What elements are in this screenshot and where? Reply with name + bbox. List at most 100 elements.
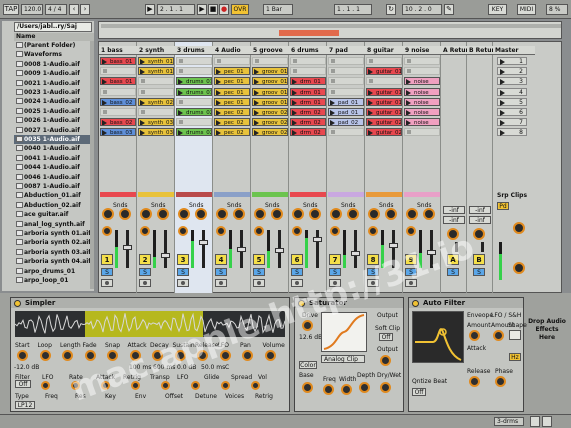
send-a-knob[interactable]: [330, 208, 342, 220]
saturator-mode-menu[interactable]: Analog Clip: [321, 355, 365, 363]
track-title[interactable]: 2 synth: [137, 46, 175, 55]
pan-knob[interactable]: [178, 226, 188, 236]
record-button[interactable]: ●: [219, 4, 229, 15]
overview-scrollbar[interactable]: [101, 24, 561, 28]
browser-path[interactable]: /Users/jabl..ry/Saj: [14, 22, 92, 32]
simpler-control-knob[interactable]: [84, 350, 96, 361]
scene-play-icon[interactable]: [500, 110, 505, 116]
empty-clip-slot[interactable]: [138, 87, 174, 96]
clip-play-icon[interactable]: [102, 120, 107, 126]
browser-item[interactable]: ace guitar.aif: [14, 210, 94, 219]
clip-slot-clip[interactable]: synth_03: [138, 118, 174, 127]
track-title[interactable]: 6 drums: [289, 46, 327, 55]
scene-launch-button[interactable]: 1: [497, 57, 527, 65]
lfo-amount-knob[interactable]: [493, 330, 504, 341]
freq-knob[interactable]: [323, 384, 334, 395]
track-title[interactable]: 3 drums: [175, 46, 213, 55]
song-position-field[interactable]: 2 . 1 . 1: [157, 4, 195, 15]
tempo-field[interactable]: 120.0: [21, 4, 43, 15]
clip-play-icon[interactable]: [368, 130, 373, 136]
scene-play-icon[interactable]: [500, 120, 505, 127]
browser-item[interactable]: 0008 1-Audio.aif: [14, 60, 94, 69]
browser-item[interactable]: arpo_loop_01: [14, 276, 94, 285]
track-activator-button[interactable]: 1: [101, 254, 113, 265]
clip-play-icon[interactable]: [292, 120, 297, 126]
clip-play-icon[interactable]: [102, 130, 107, 136]
pan-knob[interactable]: [102, 226, 112, 236]
drop-effects-hint[interactable]: Drop Audio Effects Here: [528, 318, 566, 358]
browser-item[interactable]: 0087 1-Audio.aif: [14, 182, 94, 191]
filter-display[interactable]: [412, 311, 464, 363]
clip-stop-icon[interactable]: [331, 130, 335, 135]
clip-slot-clip[interactable]: pec_02: [214, 108, 250, 116]
master-volume-knob[interactable]: [513, 262, 525, 274]
clip-play-icon[interactable]: [292, 99, 297, 105]
send-a-knob[interactable]: [140, 208, 152, 220]
send-b-knob[interactable]: [195, 208, 207, 220]
clip-slot-clip[interactable]: groov_01: [252, 67, 288, 76]
lfo-shape-selector[interactable]: [509, 330, 521, 340]
clip-play-icon[interactable]: [368, 89, 373, 95]
simpler-small-knob[interactable]: [251, 381, 260, 390]
clip-stop-icon[interactable]: [179, 120, 183, 125]
send-a-knob[interactable]: [178, 208, 190, 220]
clip-play-icon[interactable]: [406, 79, 411, 85]
clip-stop-icon[interactable]: [217, 59, 221, 63]
browser-item[interactable]: 0021 1-Audio.aif: [14, 79, 94, 88]
clip-slot-clip[interactable]: groov_02: [252, 118, 288, 127]
track-title[interactable]: 4 Audio: [213, 46, 251, 55]
clip-stop-icon[interactable]: [103, 110, 107, 114]
empty-clip-slot[interactable]: [328, 57, 364, 65]
clip-slot-clip[interactable]: drm_02: [290, 128, 326, 137]
arrangement-overview[interactable]: [98, 21, 562, 39]
clip-play-icon[interactable]: [406, 99, 411, 105]
clip-play-icon[interactable]: [368, 120, 373, 126]
send-b-knob[interactable]: [423, 208, 435, 220]
pan-knob[interactable]: [330, 226, 340, 236]
empty-clip-slot[interactable]: [328, 77, 364, 86]
track-activator-button[interactable]: 4: [215, 254, 227, 265]
clip-play-icon[interactable]: [178, 110, 183, 115]
overdub-button[interactable]: OVR: [231, 4, 249, 15]
track-title[interactable]: 7 pad: [327, 46, 365, 55]
clip-play-icon[interactable]: [178, 79, 183, 85]
loop-start-field[interactable]: 1 . 1 . 1: [334, 4, 372, 15]
return-send-value-2[interactable]: -inf: [443, 216, 465, 224]
return-pan-knob[interactable]: [473, 228, 485, 240]
clip-slot-clip[interactable]: pec_01: [214, 87, 250, 96]
clip-stop-icon[interactable]: [255, 59, 259, 63]
browser-item[interactable]: arboria synth 04.aif: [14, 257, 94, 266]
simpler-control-knob[interactable]: [39, 350, 51, 361]
arrangement-play-button[interactable]: ▶: [145, 4, 155, 15]
clip-slot-clip[interactable]: drums_02: [176, 108, 212, 116]
browser-item[interactable]: 0046 1-Audio.aif: [14, 173, 94, 182]
track-title[interactable]: 9 noise: [403, 46, 441, 55]
clip-slot-clip[interactable]: guitar_02: [366, 118, 402, 127]
clip-play-icon[interactable]: [292, 79, 297, 85]
clip-play-icon[interactable]: [292, 130, 297, 136]
send-b-knob[interactable]: [385, 208, 397, 220]
nudge-down-button[interactable]: ‹: [69, 4, 79, 15]
clip-slot-clip[interactable]: synth_02: [138, 97, 174, 106]
clip-slot-clip[interactable]: drums_01: [176, 77, 212, 86]
clip-stop-icon[interactable]: [369, 59, 373, 63]
nudge-up-button[interactable]: ›: [80, 4, 90, 15]
send-b-knob[interactable]: [271, 208, 283, 220]
volume-fader[interactable]: [354, 230, 357, 268]
clip-slot-clip[interactable]: groov_02: [252, 128, 288, 137]
midi-map-button[interactable]: MIDI: [517, 4, 536, 15]
clip-play-icon[interactable]: [330, 120, 335, 126]
clip-stop-icon[interactable]: [331, 59, 335, 63]
clip-slot-clip[interactable]: pad_01: [328, 97, 364, 106]
clip-play-icon[interactable]: [254, 110, 259, 115]
empty-clip-slot[interactable]: [214, 57, 250, 65]
browser-item[interactable]: (Parent Folder): [14, 41, 94, 50]
clip-play-icon[interactable]: [254, 120, 259, 126]
browser-item[interactable]: 0023 1-Audio.aif: [14, 88, 94, 97]
width-knob[interactable]: [341, 384, 352, 395]
return-title[interactable]: A Return: [441, 46, 467, 55]
clip-play-icon[interactable]: [140, 120, 145, 126]
browser-item[interactable]: 0025 1-Audio.aif: [14, 107, 94, 116]
clip-stop-icon[interactable]: [369, 79, 373, 84]
browser-item[interactable]: 0040 1-Audio.aif: [14, 144, 94, 153]
